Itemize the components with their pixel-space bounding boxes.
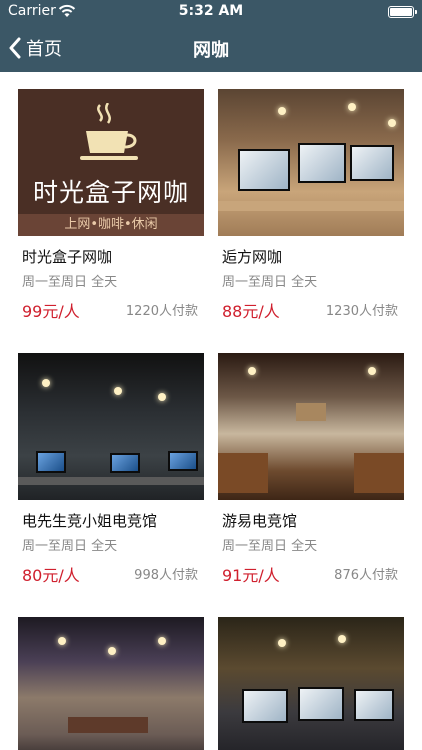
venue-name: 逅方网咖 [222, 248, 283, 266]
venue-photo [18, 353, 204, 500]
venue-name: 电先生竞小姐电竞馆 [22, 512, 158, 530]
venue-price: 91元/人 [222, 566, 280, 585]
venue-grid: 时光盒子网咖 上网•咖啡•休闲 时光盒子网咖 周一至周日 全天 99元/人 12… [0, 72, 422, 750]
venue-hours: 周一至周日 全天 [222, 275, 318, 290]
venue-hours: 周一至周日 全天 [222, 539, 318, 554]
venue-photo [18, 617, 204, 750]
venue-card[interactable]: 电先生竞小姐电竞馆 周一至周日 全天 80元/人 998人付款 [18, 353, 204, 603]
venue-price: 80元/人 [22, 566, 80, 585]
venue-hours: 周一至周日 全天 [22, 275, 118, 290]
battery-icon [388, 6, 417, 18]
coffee-cup-icon [80, 103, 138, 160]
clock: 5:32 AM [178, 3, 244, 19]
venue-price: 99元/人 [22, 302, 80, 321]
venue-card[interactable] [18, 617, 204, 750]
venue-card[interactable]: 游易电竞馆 周一至周日 全天 91元/人 876人付款 [218, 353, 404, 603]
page-title: 网咖 [193, 40, 229, 61]
venue-card[interactable]: 逅方网咖 周一至周日 全天 88元/人 1230人付款 [218, 89, 404, 339]
navigation-bar: 首页 网咖 [0, 24, 422, 72]
venue-hours: 周一至周日 全天 [22, 539, 118, 554]
venue-photo [218, 89, 404, 236]
venue-card[interactable]: 时光盒子网咖 上网•咖啡•休闲 时光盒子网咖 周一至周日 全天 99元/人 12… [18, 89, 204, 339]
venue-price: 88元/人 [222, 302, 280, 321]
venue-sales-count: 998人付款 [134, 568, 198, 583]
venue-photo [218, 617, 404, 750]
venue-name: 时光盒子网咖 [22, 248, 113, 266]
venue-sales-count: 876人付款 [334, 568, 398, 583]
venue-logo-text: 时光盒子网咖 [32, 178, 189, 207]
venue-logo-tagline: 上网•咖啡•休闲 [18, 214, 204, 236]
venue-name: 游易电竞馆 [222, 512, 298, 530]
status-bar: Carrier 5:32 AM [0, 0, 422, 24]
venue-card[interactable] [218, 617, 404, 750]
venue-photo: 时光盒子网咖 上网•咖啡•休闲 [18, 89, 204, 236]
venue-sales-count: 1230人付款 [325, 304, 398, 319]
venue-photo [218, 353, 404, 500]
venue-sales-count: 1220人付款 [125, 304, 198, 319]
